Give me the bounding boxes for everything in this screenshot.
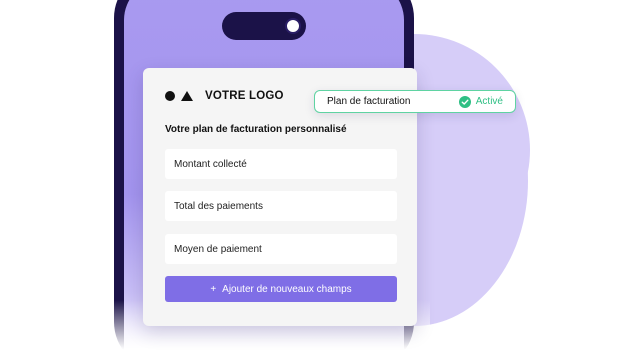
field-payment-method[interactable]: Moyen de paiement (165, 234, 397, 264)
plus-icon: + (210, 283, 217, 295)
field-total-payments[interactable]: Total des paiements (165, 191, 397, 221)
status-value: Activé (475, 96, 503, 107)
check-circle-icon (458, 95, 471, 108)
billing-status-badge: Plan de facturation Activé (314, 90, 516, 113)
add-fields-label: Ajouter de nouveaux champs (222, 283, 352, 295)
add-fields-button[interactable]: + Ajouter de nouveaux champs (165, 276, 397, 302)
field-amount-collected[interactable]: Montant collecté (165, 149, 397, 179)
card-title: Votre plan de facturation personnalisé (165, 124, 347, 135)
status-label: Plan de facturation (327, 96, 411, 107)
camera-icon (285, 18, 301, 34)
logo-text: VOTRE LOGO (205, 90, 284, 102)
logo: VOTRE LOGO (165, 90, 284, 102)
logo-triangle-icon (181, 91, 193, 101)
logo-circle-icon (165, 91, 175, 101)
